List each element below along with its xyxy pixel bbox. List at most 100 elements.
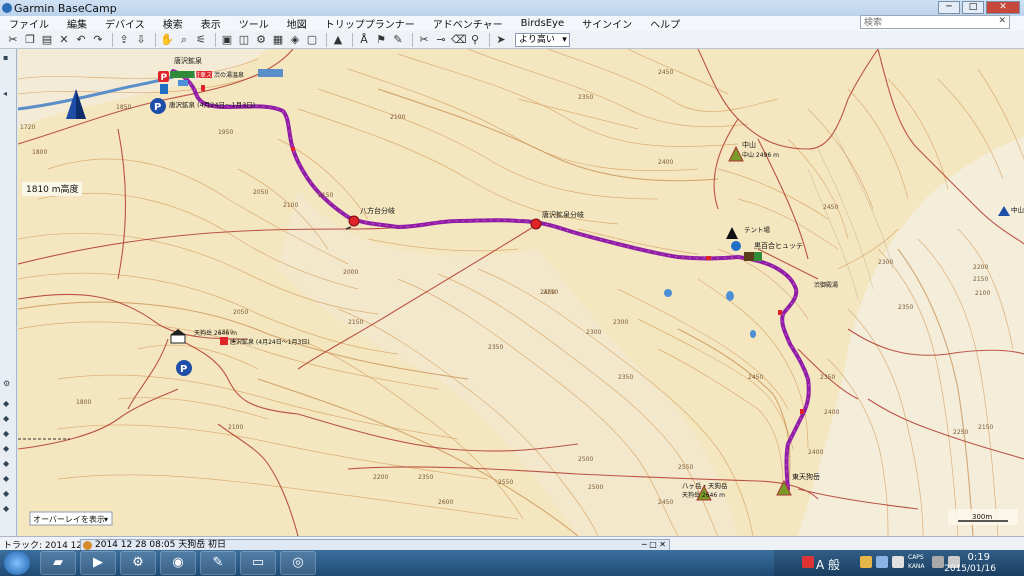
- redo-icon[interactable]: ↷: [91, 33, 105, 47]
- menu-help[interactable]: ヘルプ: [641, 16, 689, 31]
- maximize-button[interactable]: □: [962, 1, 984, 14]
- topo-map[interactable]: P 唐沢鉱泉 駐車スペース 渋の湯温泉 P 唐沢鉱泉 (4月24日～1月3日): [18, 49, 1024, 536]
- panel-item-icon[interactable]: ◆: [3, 459, 13, 469]
- contour-label: 2300: [586, 329, 601, 336]
- contour-label: 1800: [32, 149, 47, 156]
- filter-icon[interactable]: ⚲: [468, 33, 482, 47]
- tray-app-icon[interactable]: [802, 556, 814, 568]
- copy-icon[interactable]: ❐: [23, 33, 37, 47]
- notes-icon[interactable]: ▭: [240, 551, 276, 575]
- contour-label: 2150: [348, 319, 363, 326]
- menu-birdseye[interactable]: BirdsEye: [512, 18, 574, 29]
- clock-time[interactable]: 0:19: [968, 552, 990, 563]
- cut-icon[interactable]: ✂: [6, 33, 20, 47]
- undo-icon[interactable]: ↶: [74, 33, 88, 47]
- menu-view[interactable]: 表示: [192, 16, 230, 31]
- pond: [258, 69, 283, 77]
- label-shibunoyu-onsen: 唐沢鉱泉: [174, 56, 202, 65]
- waypoint-tool-icon[interactable]: ⚑: [374, 33, 388, 47]
- menu-search[interactable]: 検索: [154, 16, 192, 31]
- contour-label: 2350: [618, 374, 633, 381]
- panel-item-icon[interactable]: ◆: [3, 414, 13, 424]
- menu-edit[interactable]: 編集: [58, 16, 96, 31]
- grid-icon[interactable]: ▦: [271, 33, 285, 47]
- zoom-icon[interactable]: ⌕: [177, 33, 191, 47]
- paint-icon[interactable]: ✎: [200, 551, 236, 575]
- start-button[interactable]: [4, 551, 30, 575]
- map-settings-icon[interactable]: ⚙: [254, 33, 268, 47]
- detail-level-select[interactable]: より高い: [515, 32, 570, 47]
- menu-device[interactable]: デバイス: [96, 16, 154, 31]
- explorer-icon[interactable]: ▰: [40, 551, 76, 575]
- panel-options-icon[interactable]: ⚙: [3, 379, 13, 389]
- contour-label: 2100: [283, 202, 298, 209]
- join-icon[interactable]: ⊸: [434, 33, 448, 47]
- minimized-window-buttons[interactable]: ─ □ ✕: [642, 540, 666, 550]
- contour-label: 2450: [658, 69, 673, 76]
- panel-item-icon[interactable]: ◆: [3, 444, 13, 454]
- toolbar-separator: [352, 32, 353, 47]
- contour-label: 1950: [218, 129, 233, 136]
- waypoint-karasawa-junction[interactable]: [530, 218, 542, 230]
- close-button[interactable]: ✕: [986, 1, 1020, 14]
- split-icon[interactable]: ✂: [417, 33, 431, 47]
- title-bar: Garmin BaseCamp ─ □ ✕: [0, 0, 1024, 16]
- route-tool-icon[interactable]: Å: [357, 33, 371, 47]
- send-to-device-icon[interactable]: ⇪: [117, 33, 131, 47]
- panel-pin-icon[interactable]: ▪: [3, 53, 13, 63]
- minimize-button[interactable]: ─: [938, 1, 960, 14]
- eraser-icon[interactable]: ⌫: [451, 33, 467, 47]
- panel-item-icon[interactable]: ◆: [3, 399, 13, 409]
- tray-app-icon[interactable]: [892, 556, 904, 568]
- label-nakayama-pass: 渋御殿湯: [814, 281, 838, 289]
- search-input[interactable]: [860, 15, 1010, 29]
- overlay-select[interactable]: オーバーレイを表示 ▾: [29, 511, 113, 526]
- media-player-icon[interactable]: ▶: [80, 551, 116, 575]
- toolbar-separator: [215, 32, 216, 47]
- map-3d-icon[interactable]: ◫: [237, 33, 251, 47]
- navigate-icon[interactable]: ➤: [494, 33, 508, 47]
- search-clear-icon[interactable]: ✕: [998, 16, 1006, 26]
- contour-label: 2100: [975, 290, 990, 297]
- measure-icon[interactable]: ⚟: [194, 33, 208, 47]
- tray-app-icon[interactable]: [932, 556, 944, 568]
- photo-icon[interactable]: ▢: [305, 33, 319, 47]
- tray-app-icon[interactable]: [860, 556, 872, 568]
- hand-tool-icon[interactable]: ✋: [160, 33, 174, 47]
- clock-date[interactable]: 2015/01/16: [944, 564, 996, 574]
- basecamp-taskbar-icon[interactable]: ◎: [280, 551, 316, 575]
- panel-item-icon[interactable]: ◆: [3, 474, 13, 484]
- panel-item-icon[interactable]: ◆: [3, 489, 13, 499]
- menu-trip-planner[interactable]: トリッププランナー: [316, 16, 424, 31]
- terrain-icon[interactable]: ▲: [331, 33, 345, 47]
- contour-label: 2350: [578, 94, 593, 101]
- map-2d-icon[interactable]: ▣: [220, 33, 234, 47]
- ime-indicator[interactable]: A 般: [816, 556, 840, 573]
- panel-item-icon[interactable]: ◆: [3, 504, 13, 514]
- contour-label: 2050: [253, 189, 268, 196]
- paste-icon[interactable]: ▤: [40, 33, 54, 47]
- contour-label: 2250: [953, 429, 968, 436]
- receive-from-device-icon[interactable]: ⇩: [134, 33, 148, 47]
- panel-item-icon[interactable]: ◆: [3, 429, 13, 439]
- gear-app-icon[interactable]: ⚙: [120, 551, 156, 575]
- panel-expand-icon[interactable]: ◂: [3, 89, 13, 99]
- window-controls: ─ □ ✕: [938, 1, 1020, 14]
- parking-icon[interactable]: P: [150, 98, 166, 114]
- tray-app-icon[interactable]: [876, 556, 888, 568]
- menu-adventure[interactable]: アドベンチャー: [424, 16, 512, 31]
- layer-icon[interactable]: ◈: [288, 33, 302, 47]
- menu-map[interactable]: 地図: [278, 16, 316, 31]
- menu-signin[interactable]: サインイン: [573, 16, 641, 31]
- toolbar-separator: [155, 32, 156, 47]
- menu-file[interactable]: ファイル: [0, 16, 58, 31]
- contour-label: 2500: [588, 484, 603, 491]
- chrome-icon[interactable]: ◉: [160, 551, 196, 575]
- map-view[interactable]: P 唐沢鉱泉 駐車スペース 渋の湯温泉 P 唐沢鉱泉 (4月24日～1月3日): [18, 49, 1024, 536]
- library-panel-collapsed[interactable]: ▪ ◂ ⚙ ◆ ◆ ◆ ◆ ◆ ◆ ◆ ◆: [0, 49, 17, 536]
- delete-icon[interactable]: ✕: [57, 33, 71, 47]
- menu-tools[interactable]: ツール: [230, 16, 278, 31]
- contour-label: 2150: [973, 276, 988, 283]
- track-tool-icon[interactable]: ✎: [391, 33, 405, 47]
- parking-icon[interactable]: P: [176, 360, 192, 376]
